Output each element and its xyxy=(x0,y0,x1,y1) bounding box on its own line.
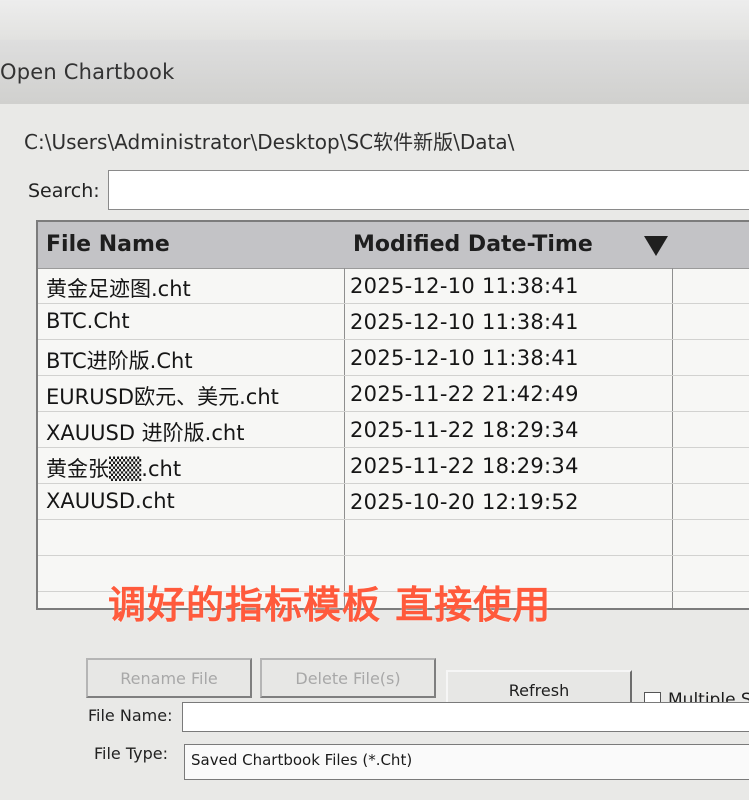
file-name-cell: 黄金张▒▒.cht xyxy=(46,457,182,481)
list-item[interactable]: BTC.Cht 2025-12-10 11:38:41 xyxy=(38,304,749,340)
file-list[interactable]: File Name Modified Date-Time 黄金足迹图.cht 2… xyxy=(36,220,749,610)
file-date-cell: 2025-11-22 18:29:34 xyxy=(350,418,579,442)
list-item[interactable]: XAUUSD.cht 2025-10-20 12:19:52 xyxy=(38,484,749,520)
file-name-label: File Name: xyxy=(88,706,173,725)
search-label: Search: xyxy=(28,180,100,202)
file-date-cell: 2025-10-20 12:19:52 xyxy=(350,490,579,514)
file-name-cell: BTC.Cht xyxy=(46,309,130,333)
open-chartbook-dialog: Open Chartbook C:\Users\Administrator\De… xyxy=(0,40,749,800)
file-name-cell: EURUSD欧元、美元.cht xyxy=(46,385,279,409)
rename-file-button[interactable]: Rename File xyxy=(86,658,252,698)
file-name-cell: 黄金足迹图.cht xyxy=(46,277,191,301)
column-header-file-name[interactable]: File Name xyxy=(46,232,170,257)
overlay-caption: 调好的指标模板 直接使用 xyxy=(108,583,552,627)
current-path: C:\Users\Administrator\Desktop\SC软件新版\Da… xyxy=(24,130,515,154)
empty-row xyxy=(38,520,749,556)
file-name-cell: XAUUSD.cht xyxy=(46,489,175,513)
file-date-cell: 2025-11-22 18:29:34 xyxy=(350,454,579,478)
search-input[interactable] xyxy=(108,170,749,210)
file-date-cell: 2025-12-10 11:38:41 xyxy=(350,346,579,370)
column-header-modified-date[interactable]: Modified Date-Time xyxy=(353,232,593,257)
list-item[interactable]: BTC进阶版.Cht 2025-12-10 11:38:41 xyxy=(38,340,749,376)
dialog-body: C:\Users\Administrator\Desktop\SC软件新版\Da… xyxy=(0,104,749,800)
file-date-cell: 2025-12-10 11:38:41 xyxy=(350,274,579,298)
file-name-cell: BTC进阶版.Cht xyxy=(46,349,193,373)
list-item[interactable]: 黄金足迹图.cht 2025-12-10 11:38:41 xyxy=(38,268,749,304)
file-name-field[interactable] xyxy=(182,702,749,732)
delete-files-button[interactable]: Delete File(s) xyxy=(260,658,436,698)
list-item[interactable]: EURUSD欧元、美元.cht 2025-11-22 21:42:49 xyxy=(38,376,749,412)
file-name-cell: XAUUSD 进阶版.cht xyxy=(46,421,245,445)
file-type-label: File Type: xyxy=(94,744,168,763)
file-date-cell: 2025-11-22 21:42:49 xyxy=(350,382,579,406)
file-date-cell: 2025-12-10 11:38:41 xyxy=(350,310,579,334)
file-rows: 黄金足迹图.cht 2025-12-10 11:38:41 BTC.Cht 20… xyxy=(38,268,749,592)
title-bar: Open Chartbook xyxy=(0,40,749,105)
window-title: Open Chartbook xyxy=(0,60,175,84)
list-item[interactable]: 黄金张▒▒.cht 2025-11-22 18:29:34 xyxy=(38,448,749,484)
sort-desc-icon[interactable] xyxy=(644,236,668,256)
file-type-select[interactable]: Saved Chartbook Files (*.Cht) xyxy=(184,744,749,780)
list-item[interactable]: XAUUSD 进阶版.cht 2025-11-22 18:29:34 xyxy=(38,412,749,448)
list-header: File Name Modified Date-Time xyxy=(38,222,749,269)
